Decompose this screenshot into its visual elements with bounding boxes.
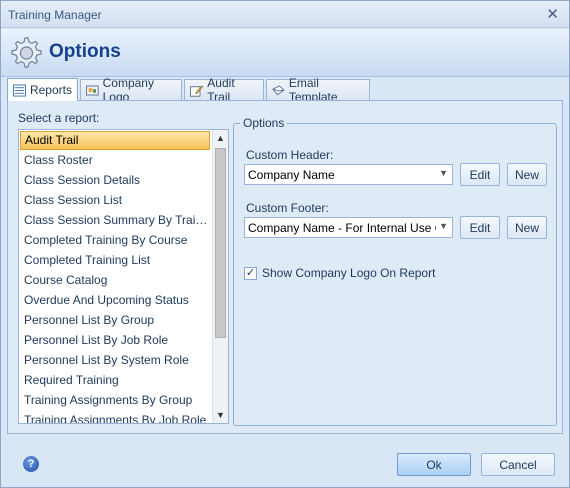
list-item[interactable]: Completed Training List: [20, 251, 210, 270]
dialog-header: Options: [1, 29, 569, 77]
window-title: Training Manager: [8, 8, 102, 22]
ok-button[interactable]: Ok: [397, 453, 471, 476]
options-legend: Options: [240, 116, 288, 130]
gear-icon: [11, 37, 42, 68]
close-icon[interactable]: ✕: [546, 5, 559, 23]
list-item[interactable]: Overdue And Upcoming Status: [20, 291, 210, 310]
pencil-icon: [190, 84, 204, 97]
tab-email-template[interactable]: Email Template: [266, 76, 370, 104]
scrollbar-thumb[interactable]: [215, 148, 226, 338]
footer-new-button[interactable]: New: [507, 216, 547, 239]
custom-footer-value: Company Name - For Internal Use Only: [248, 221, 436, 235]
list-item[interactable]: Required Training: [20, 371, 210, 390]
report-listbox[interactable]: Audit Trail Class Roster Class Session D…: [18, 129, 229, 424]
custom-header-value: Company Name: [248, 168, 335, 182]
list-item[interactable]: Completed Training By Course: [20, 231, 210, 250]
list-item[interactable]: Class Session Details: [20, 171, 210, 190]
show-logo-checkbox[interactable]: ✓: [244, 267, 257, 280]
list-item[interactable]: Personnel List By Group: [20, 311, 210, 330]
list-item[interactable]: Course Catalog: [20, 271, 210, 290]
scroll-up-icon[interactable]: ▲: [216, 133, 225, 143]
list-item[interactable]: Training Assignments By Group: [20, 391, 210, 410]
scroll-down-icon[interactable]: ▼: [216, 410, 225, 420]
list-item[interactable]: Personnel List By System Role: [20, 351, 210, 370]
vertical-scrollbar[interactable]: ▲ ▼: [212, 130, 228, 423]
options-dialog: Training Manager ✕ Options Reports Compa…: [0, 0, 570, 488]
list-item[interactable]: Training Assignments By Job Role: [20, 411, 210, 423]
help-icon[interactable]: ?: [23, 456, 39, 472]
report-icon: [13, 83, 26, 97]
logo-icon: [86, 85, 99, 95]
header-new-button[interactable]: New: [507, 163, 547, 186]
tab-audit-trail[interactable]: Audit Trail: [184, 76, 264, 104]
email-icon: [272, 84, 285, 95]
custom-header-label: Custom Header:: [246, 148, 334, 162]
tab-reports[interactable]: Reports: [7, 78, 78, 101]
reports-panel: Select a report: Audit Trail Class Roste…: [7, 100, 563, 434]
footer-edit-button[interactable]: Edit: [460, 216, 500, 239]
show-logo-label: Show Company Logo On Report: [262, 266, 436, 280]
custom-header-select[interactable]: Company Name ▼: [244, 164, 453, 185]
select-report-label: Select a report:: [18, 111, 100, 125]
custom-footer-select[interactable]: Company Name - For Internal Use Only ▼: [244, 217, 453, 238]
cancel-button[interactable]: Cancel: [481, 453, 555, 476]
title-bar: Training Manager ✕: [1, 1, 569, 28]
tab-label: Reports: [29, 83, 72, 97]
chevron-down-icon: ▼: [439, 221, 448, 231]
list-item[interactable]: Audit Trail: [20, 131, 210, 150]
custom-footer-label: Custom Footer:: [246, 201, 329, 215]
chevron-down-icon: ▼: [439, 168, 448, 178]
list-item[interactable]: Class Session Summary By Trainer: [20, 211, 210, 230]
page-title: Options: [49, 41, 121, 62]
tab-company-logo[interactable]: Company Logo: [80, 76, 182, 104]
list-item[interactable]: Class Session List: [20, 191, 210, 210]
options-group: Options Custom Header: Company Name ▼ Ed…: [233, 116, 557, 426]
header-edit-button[interactable]: Edit: [460, 163, 500, 186]
list-item[interactable]: Personnel List By Job Role: [20, 331, 210, 350]
list-item[interactable]: Class Roster: [20, 151, 210, 170]
